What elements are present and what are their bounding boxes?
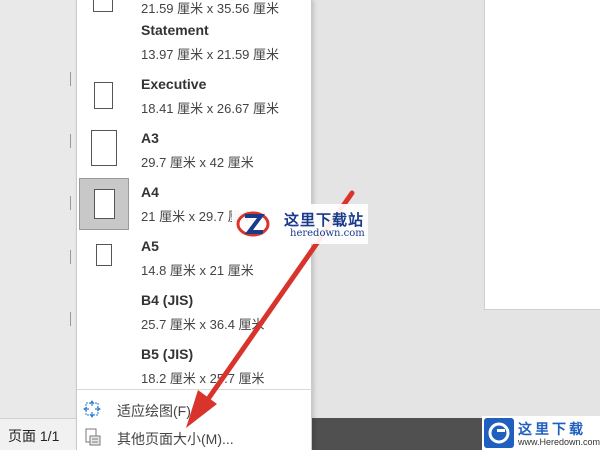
page-size-name: B4 (JIS) [141,292,194,308]
page-icon [93,0,113,12]
page-icon [94,82,113,109]
page-size-dimensions: 18.41 厘米 x 26.67 厘米 [141,101,280,116]
watermark-url: heredown.com [290,228,365,239]
page-size-dimensions: 14.8 厘米 x 21 厘米 [141,263,254,278]
status-bar-dark-region [312,418,482,450]
page-thumbnail-selected [79,178,129,230]
page-icon [94,189,115,219]
page-size-name: B5 (JIS) [141,346,194,362]
page-size-item-b4-jis[interactable]: B4 (JIS) 25.7 厘米 x 36.4 厘米 [77,286,313,340]
fit-to-drawing-icon [83,400,101,418]
page-thumbnail [79,124,129,176]
watermark-corner-url: www.Heredown.com [518,437,600,447]
page-size-name: Statement [141,22,209,38]
heredown-corner-logo-icon [484,418,514,448]
page-size-dimensions: 13.97 厘米 x 21.59 厘米 [141,47,280,62]
page-size-dimensions: 25.7 厘米 x 36.4 厘米 [141,317,265,332]
menu-divider [77,389,313,390]
page-size-name: A3 [141,130,159,146]
page-size-name: A5 [141,238,159,254]
watermark-title: 这里下载站 [284,211,365,229]
page-setup-icon [85,428,101,446]
page-size-item-a3[interactable]: A3 29.7 厘米 x 42 厘米 [77,124,313,178]
page-thumbnail [79,70,129,122]
page-icon [96,244,112,266]
page-size-item-b5-jis[interactable]: B5 (JIS) 18.2 厘米 x 25.7 厘米 [77,340,313,394]
more-page-sizes-label: 其他页面大小(M)... [117,431,234,447]
page-icon [91,130,117,166]
heredown-logo-icon [236,211,270,237]
page-size-dimensions: 29.7 厘米 x 42 厘米 [141,155,254,170]
page-thumbnail [79,232,129,284]
left-ruler [0,0,76,418]
page-size-item-executive[interactable]: Executive 18.41 厘米 x 26.67 厘米 [77,70,313,124]
watermark-corner: 这里下载 www.Heredown.com [482,416,600,450]
page-indicator[interactable]: 页面 1/1 [8,426,59,446]
page-size-dimensions: 18.2 厘米 x 25.7 厘米 [141,371,265,386]
page-size-dimensions: 21.59 厘米 x 35.56 厘米 [141,1,280,16]
page-size-item-statement[interactable]: Statement 13.97 厘米 x 21.59 厘米 [77,16,313,70]
page-size-name: Executive [141,76,207,92]
drawing-page [484,0,600,310]
watermark-center: 这里下载站 heredown.com [232,204,368,244]
more-page-sizes-button[interactable]: 其他页面大小(M)... [77,426,313,450]
fit-to-drawing-label: 适应绘图(F) [117,403,191,419]
fit-to-drawing-button[interactable]: 适应绘图(F) [77,398,313,422]
watermark-corner-title: 这里下载 [518,422,586,438]
page-size-name: A4 [141,184,159,200]
